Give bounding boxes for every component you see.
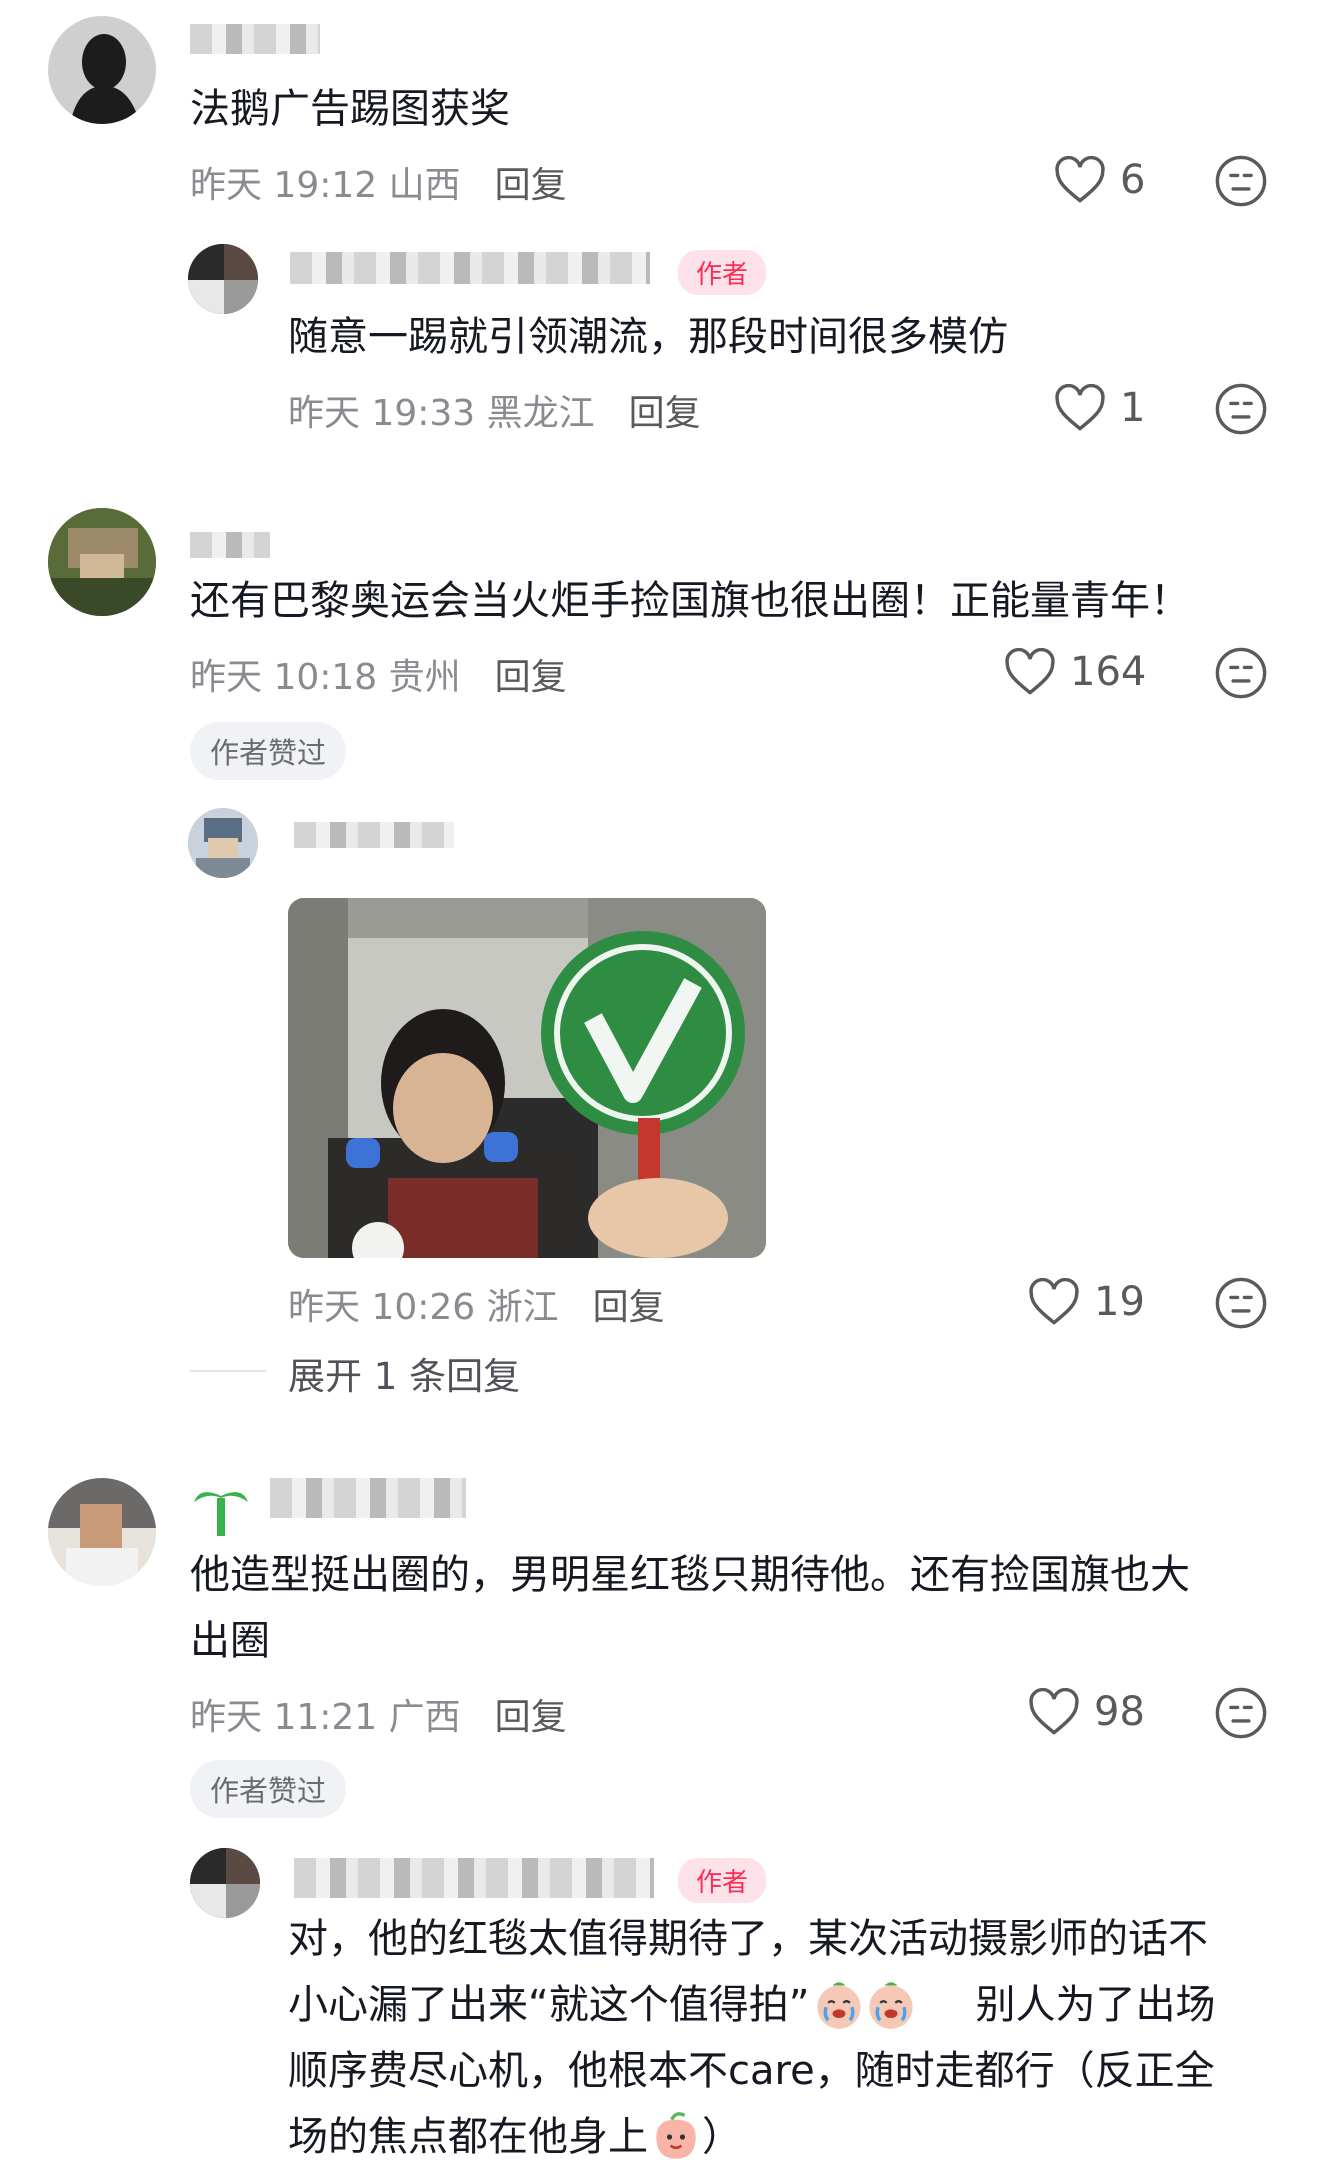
like-button[interactable]: 6 <box>1054 156 1145 204</box>
neutral-face-icon <box>1215 155 1267 207</box>
like-button[interactable]: 164 <box>1004 648 1146 696</box>
comment-text-line1: 他造型挺出圈的，男明星红毯只期待他。还有捡国旗也大 <box>190 1552 1190 1598</box>
comment-time: 昨天 19:12 山西 <box>190 165 461 206</box>
dislike-button[interactable] <box>1214 646 1268 700</box>
username[interactable] <box>294 1858 654 1898</box>
comment-time: 昨天 11:21 广西 <box>190 1697 461 1738</box>
like-button[interactable]: 98 <box>1028 1688 1145 1736</box>
heart-outline-icon <box>1005 648 1055 695</box>
comment-meta: 昨天 11:21 广西 回复 <box>190 1688 567 1740</box>
reply-image[interactable] <box>288 898 766 1258</box>
avatar-image <box>48 1478 156 1586</box>
like-button[interactable]: 1 <box>1054 384 1145 432</box>
comment-text: 法鹅广告踢图获奖 <box>190 86 510 132</box>
reply-text-line2b: 别人为了出场 <box>975 1982 1216 2028</box>
avatar-image <box>190 1848 260 1918</box>
expand-replies-button[interactable]: 展开 1 条回复 <box>288 1346 520 1400</box>
author-tag: 作者 <box>678 250 767 295</box>
like-count: 1 <box>1120 385 1146 431</box>
like-count: 98 <box>1094 1689 1145 1735</box>
expand-divider <box>190 1370 266 1372</box>
reply-text-line2: 小心漏了出来“就这个值得拍” 别人为了出场 <box>288 1972 1215 2038</box>
heart-outline-icon <box>1029 1278 1079 1325</box>
crying-face-emoji <box>865 1979 917 2031</box>
like-button[interactable]: 19 <box>1028 1278 1145 1326</box>
reply-button[interactable]: 回复 <box>495 165 567 206</box>
avatar[interactable] <box>48 1478 156 1586</box>
heart-outline-icon <box>1055 156 1105 203</box>
neutral-face-icon <box>1215 1687 1267 1739</box>
username[interactable] <box>294 822 454 848</box>
reply-text-line4a: 场的焦点都在他身上 <box>288 2114 648 2160</box>
heart-outline-icon <box>1029 1688 1079 1735</box>
reply-text: 随意一踢就引领潮流，那段时间很多模仿 <box>288 314 1008 360</box>
avatar[interactable] <box>188 808 258 878</box>
neutral-face-icon <box>1215 383 1267 435</box>
like-count: 6 <box>1120 157 1146 203</box>
avatar[interactable] <box>48 16 156 124</box>
author-liked-badge: 作者赞过 <box>190 722 347 780</box>
reply-meta: 昨天 10:26 浙江 回复 <box>288 1278 665 1330</box>
dislike-button[interactable] <box>1214 154 1268 208</box>
reply-text-line2a: 小心漏了出来“就这个值得拍” <box>288 1982 810 2028</box>
reply-time: 昨天 10:26 浙江 <box>288 1287 559 1328</box>
comment-meta: 昨天 19:12 山西 回复 <box>190 156 567 208</box>
avatar[interactable] <box>48 508 156 616</box>
like-count: 164 <box>1070 649 1147 695</box>
reply-text-line4b: ） <box>702 2114 742 2160</box>
comment-text: 还有巴黎奥运会当火炬手捡国旗也很出圈！正能量青年！ <box>190 578 1190 624</box>
reply-text-line1: 对，他的红毯太值得期待了，某次活动摄影师的话不 <box>288 1916 1208 1962</box>
peach-face-emoji <box>650 2111 702 2163</box>
silhouette-icon <box>70 34 140 124</box>
reply-text-line4: 场的焦点都在他身上 ） <box>288 2104 742 2170</box>
dislike-button[interactable] <box>1214 1276 1268 1330</box>
reply-button[interactable]: 回复 <box>629 393 701 434</box>
reply-button[interactable]: 回复 <box>495 657 567 698</box>
neutral-face-icon <box>1215 647 1267 699</box>
reply-time: 昨天 19:33 黑龙江 <box>288 393 595 434</box>
avatar[interactable] <box>188 244 258 314</box>
comment-text-line2: 出圈 <box>190 1618 270 1664</box>
avatar-image <box>188 808 258 878</box>
crying-face-emoji <box>813 1979 865 2031</box>
comment-meta: 昨天 10:18 贵州 回复 <box>190 648 567 700</box>
avatar-image <box>188 244 258 314</box>
reply-button[interactable]: 回复 <box>495 1697 567 1738</box>
username[interactable] <box>270 1478 466 1518</box>
photo <box>288 898 766 1258</box>
author-liked-badge: 作者赞过 <box>190 1760 347 1818</box>
reply-text-line3: 顺序费尽心机，他根本不care，随时走都行（反正全 <box>288 2048 1215 2094</box>
heart-outline-icon <box>1055 384 1105 431</box>
comment-time: 昨天 10:18 贵州 <box>190 657 461 698</box>
like-count: 19 <box>1094 1279 1145 1325</box>
palm-icon <box>194 1492 248 1536</box>
dislike-button[interactable] <box>1214 1686 1268 1740</box>
username[interactable] <box>290 252 650 284</box>
neutral-face-icon <box>1215 1277 1267 1329</box>
reply-button[interactable]: 回复 <box>593 1287 665 1328</box>
username-prefix-icon <box>190 1480 252 1536</box>
reply-meta: 昨天 19:33 黑龙江 回复 <box>288 384 701 436</box>
avatar-image <box>48 508 156 616</box>
avatar[interactable] <box>190 1848 260 1918</box>
username[interactable] <box>190 24 320 54</box>
username[interactable] <box>190 532 270 558</box>
dislike-button[interactable] <box>1214 382 1268 436</box>
author-tag: 作者 <box>678 1858 767 1903</box>
